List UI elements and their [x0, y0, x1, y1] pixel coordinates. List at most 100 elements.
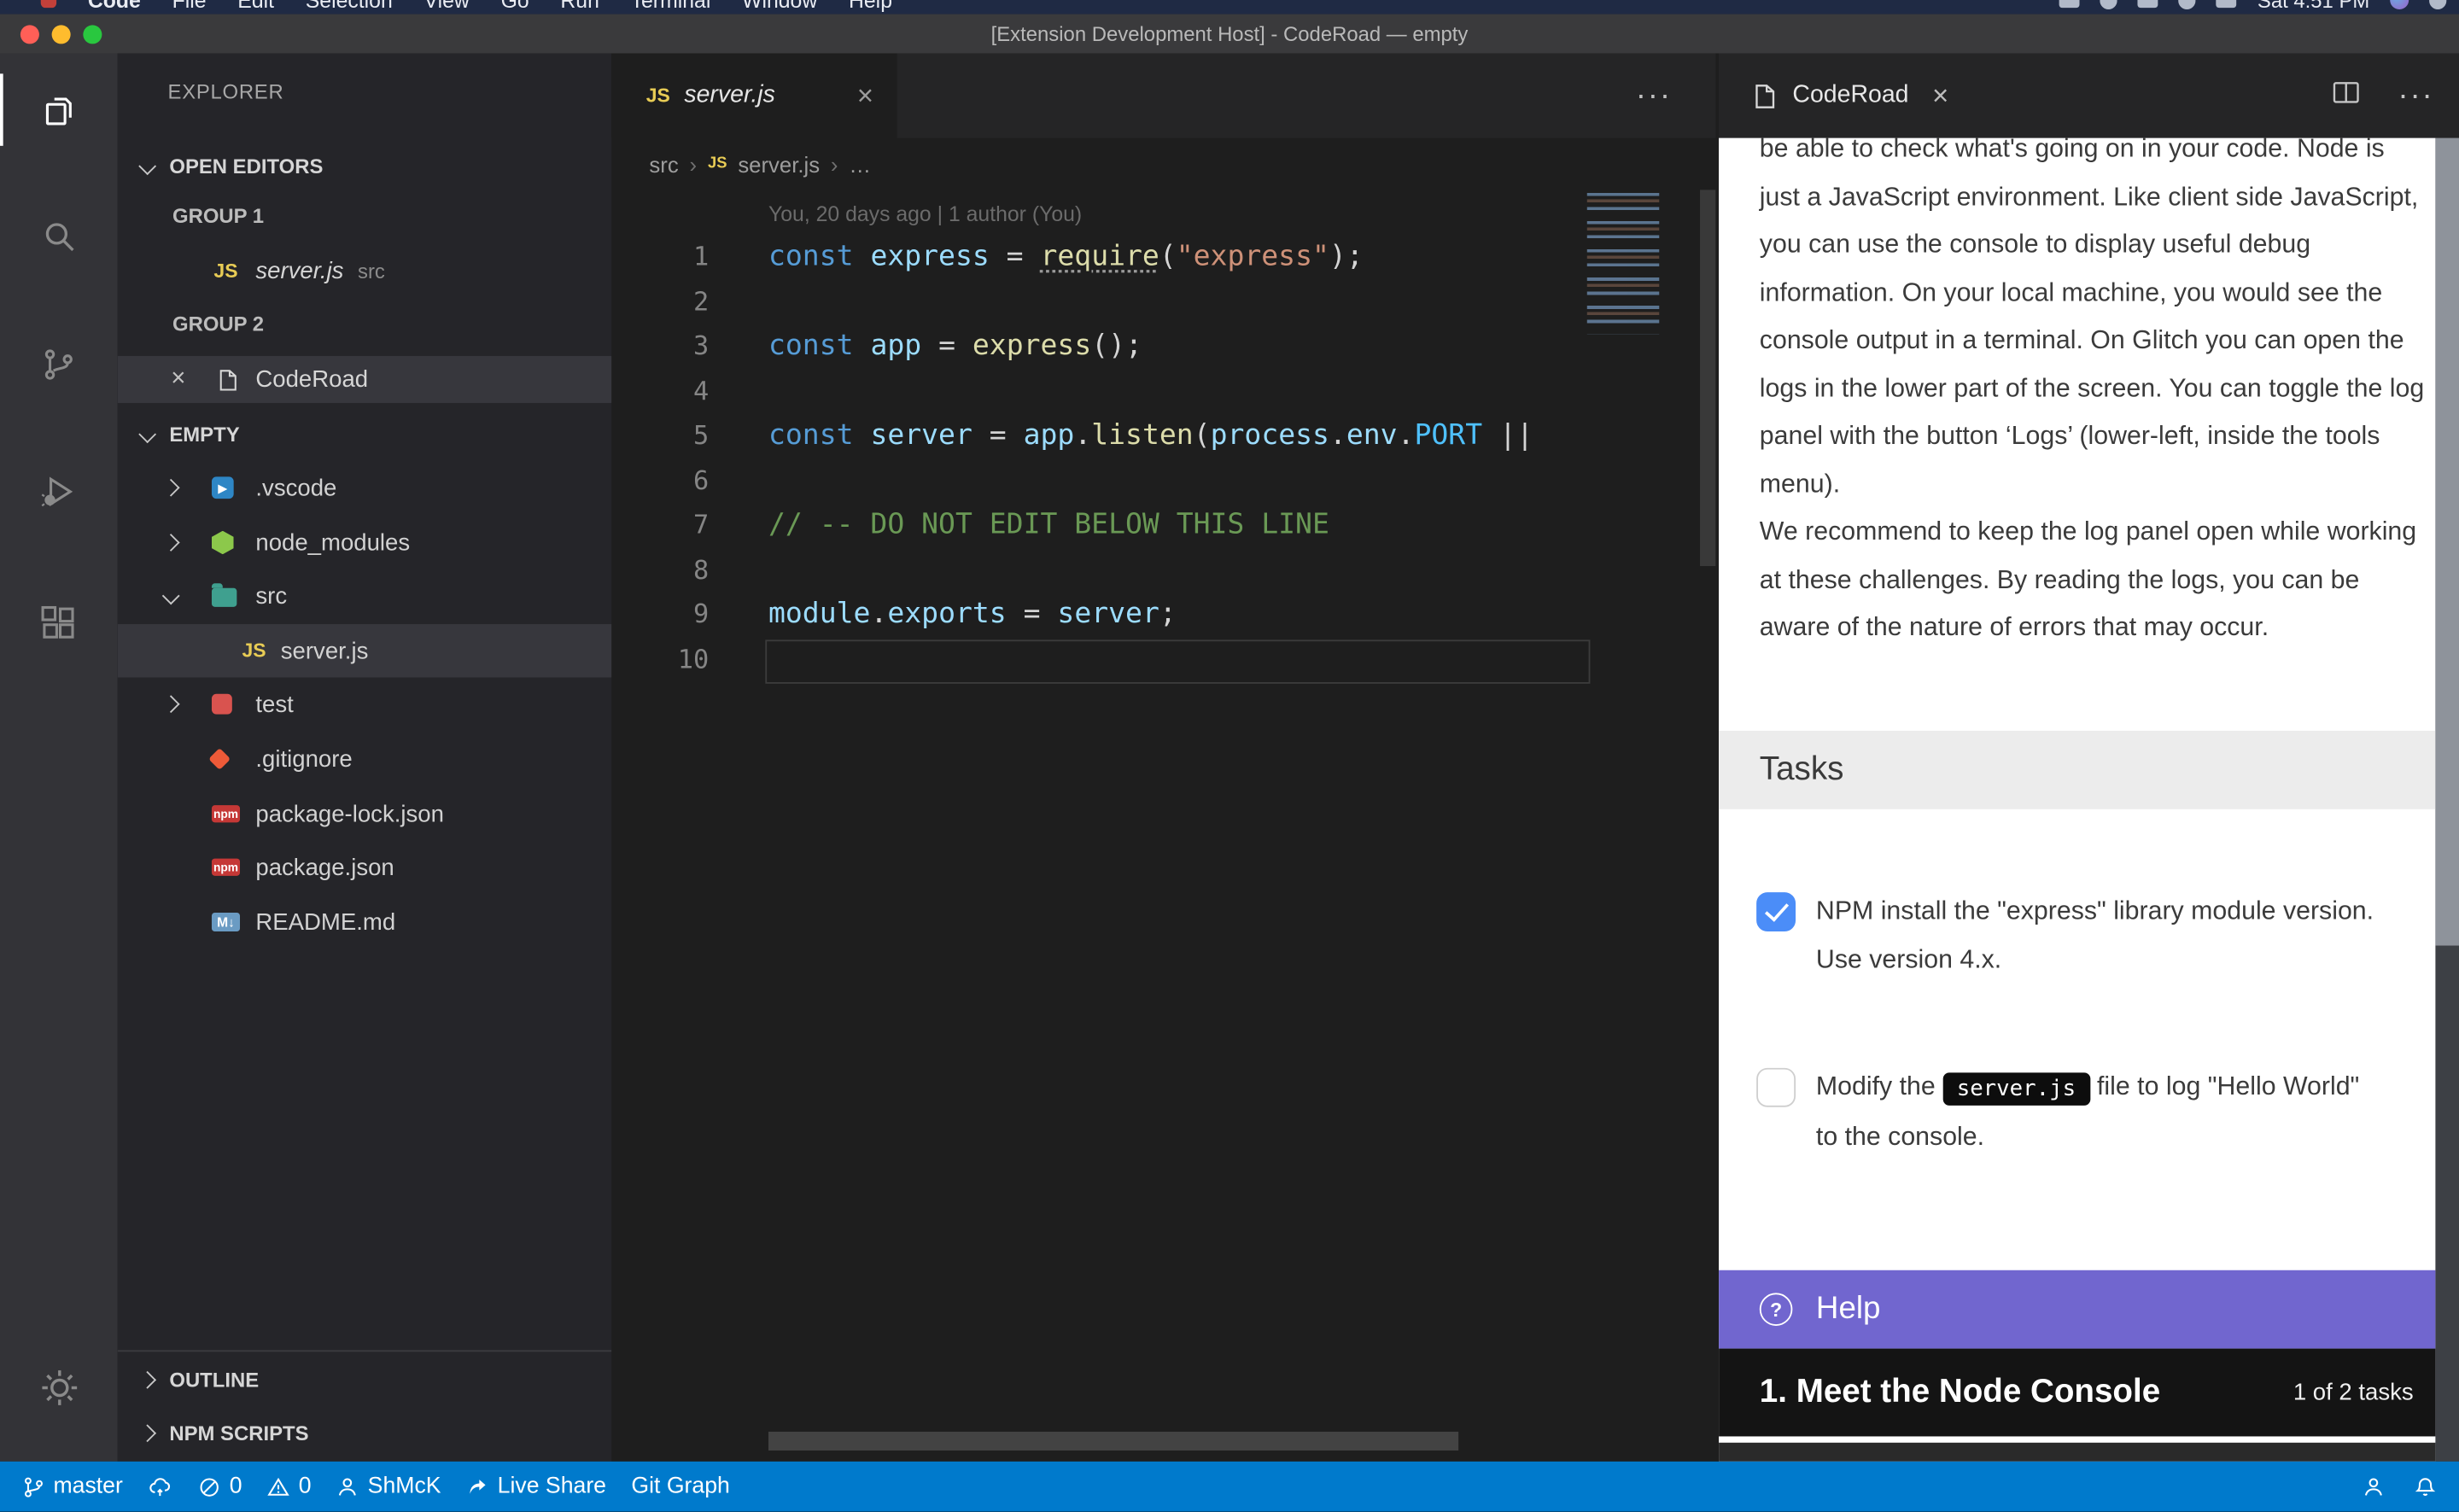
section-workspace-empty[interactable]: EMPTY: [118, 412, 612, 456]
tree-item-package-lock-json[interactable]: npm package-lock.json: [118, 787, 612, 840]
panel-actions-ellipsis-icon[interactable]: [2398, 78, 2433, 114]
sidebar-divider: [118, 1350, 612, 1351]
open-editor-coderoad[interactable]: CodeRoad: [118, 356, 612, 403]
lesson-progress-bar[interactable]: 1. Meet the Node Console 1 of 2 tasks: [1719, 1349, 2435, 1437]
node-icon: [212, 531, 234, 555]
menu-extra-icon[interactable]: [2059, 0, 2080, 8]
open-editors-group-2: GROUP 2: [172, 304, 596, 345]
close-icon[interactable]: [857, 82, 873, 110]
status-git-graph[interactable]: Git Graph: [631, 1474, 729, 1499]
menu-clock[interactable]: Sat 4:51 PM: [2257, 0, 2369, 12]
status-branch[interactable]: master: [22, 1474, 123, 1499]
status-errors[interactable]: 0: [198, 1474, 242, 1499]
scrollbar-thumb[interactable]: [1700, 190, 1715, 566]
open-editor-description: src: [358, 260, 385, 283]
lesson-title: 1. Meet the Node Console: [1760, 1374, 2160, 1411]
lesson-text: be able to check what's going on in your…: [1760, 138, 2425, 652]
menu-item-code[interactable]: Code: [88, 0, 141, 12]
battery-icon[interactable]: [2138, 0, 2158, 8]
tree-item-readme-md[interactable]: M↓README.md: [118, 896, 612, 949]
tree-item-server-js[interactable]: JSserver.js: [118, 624, 612, 677]
share-icon: [466, 1474, 490, 1498]
tree-item-label: node_modules: [255, 516, 410, 569]
siri-icon[interactable]: [2390, 0, 2409, 9]
breadcrumb-separator: [690, 151, 698, 176]
split-editor-icon[interactable]: [2332, 79, 2360, 113]
editor-actions-ellipsis-icon[interactable]: [1636, 53, 1672, 137]
status-warnings[interactable]: 0: [267, 1474, 312, 1499]
tree-item-label: package-lock.json: [255, 787, 444, 840]
code-line-6: 6: [611, 458, 1719, 503]
wifi-icon[interactable]: [2179, 0, 2196, 9]
tab-server-js[interactable]: JS server.js: [611, 53, 897, 137]
status-live-share[interactable]: Live Share: [466, 1474, 606, 1499]
gear-icon[interactable]: [0, 1344, 118, 1432]
breadcrumb-more[interactable]: [849, 151, 871, 176]
tree-item--vscode[interactable]: .vscode: [118, 461, 612, 514]
editor-horizontal-scrollbar[interactable]: [768, 1432, 1458, 1451]
menu-item-help[interactable]: Help: [849, 0, 892, 12]
inline-code: server.js: [1942, 1071, 2089, 1105]
task-checkbox[interactable]: [1756, 892, 1796, 931]
window-titlebar: [Extension Development Host] - CodeRoad …: [0, 15, 2459, 54]
menu-item-go[interactable]: Go: [501, 0, 529, 12]
status-feedback[interactable]: [2362, 1474, 2386, 1498]
extensions-icon[interactable]: [0, 579, 118, 667]
minimap[interactable]: [1587, 193, 1659, 334]
menu-item-file[interactable]: File: [172, 0, 207, 12]
spotlight-icon[interactable]: [2429, 0, 2446, 9]
section-outline[interactable]: OUTLINE: [118, 1355, 612, 1405]
menu-item-window[interactable]: Window: [742, 0, 817, 12]
open-editor-server-js[interactable]: JS server.jssrc: [118, 249, 612, 293]
line-number: 2: [611, 280, 709, 324]
menu-item-selection[interactable]: Selection: [306, 0, 393, 12]
tree-item-src[interactable]: src: [118, 569, 612, 622]
close-icon[interactable]: [1932, 82, 1948, 110]
control-center-icon[interactable]: [2217, 0, 2237, 8]
menu-item-view[interactable]: View: [424, 0, 470, 12]
status-live-share-user[interactable]: ShMcK: [336, 1474, 441, 1499]
tab-label: server.js: [684, 82, 775, 110]
menu-extra-icon[interactable]: [2100, 0, 2117, 9]
source-control-icon[interactable]: [0, 320, 118, 408]
chevron-right-icon: [138, 1371, 156, 1389]
vscode-icon: [212, 476, 234, 499]
code-line-10: 10: [611, 638, 1719, 682]
status-label: ShMcK: [368, 1474, 441, 1499]
status-sync[interactable]: [148, 1474, 172, 1498]
section-open-editors[interactable]: OPEN EDITORS: [118, 144, 612, 188]
npm-icon: npm: [212, 805, 240, 822]
lesson-paragraph: be able to check what's going on in your…: [1760, 138, 2425, 508]
panel-tabbar[interactable]: CodeRoad: [1719, 53, 2459, 137]
help-bar[interactable]: Help: [1719, 1270, 2435, 1349]
tree-item--gitignore[interactable]: .gitignore: [118, 733, 612, 785]
breadcrumb-src[interactable]: src: [649, 151, 678, 176]
tree-item-test[interactable]: test: [118, 677, 612, 730]
breadcrumb-server-js[interactable]: server.js: [738, 151, 820, 176]
window-title: [Extension Development Host] - CodeRoad …: [0, 15, 2459, 54]
explorer-icon[interactable]: [0, 66, 118, 154]
run-debug-icon[interactable]: [0, 447, 118, 534]
status-dot-icon: [41, 0, 56, 8]
menu-item-run[interactable]: Run: [560, 0, 599, 12]
tree-item-node-modules[interactable]: node_modules: [118, 516, 612, 569]
status-notifications[interactable]: [2414, 1474, 2438, 1498]
explorer-sidebar: EXPLORER OPEN EDITORS GROUP 1 JS server.…: [118, 53, 612, 1461]
section-npm-scripts[interactable]: NPM SCRIPTS: [118, 1408, 612, 1458]
code-editor[interactable]: You, 20 days ago | 1 author (You) 1const…: [611, 190, 1719, 1462]
chevron-right-icon: [162, 479, 180, 497]
editor-tabbar: JS server.js: [611, 53, 1719, 137]
close-icon[interactable]: [171, 367, 185, 392]
search-icon[interactable]: [0, 191, 118, 279]
scrollbar-thumb[interactable]: [2435, 138, 2459, 946]
webview-scrollbar[interactable]: [2435, 138, 2459, 1462]
line-number: 9: [611, 593, 709, 637]
chevron-right-icon: [162, 534, 180, 552]
next-section-strip[interactable]: [1719, 1443, 2435, 1462]
account-icon: [2362, 1474, 2386, 1498]
task-checkbox[interactable]: [1756, 1068, 1796, 1107]
tree-item-package-json[interactable]: npmpackage.json: [118, 840, 612, 893]
js-icon: JS: [240, 639, 268, 663]
menu-item-terminal[interactable]: Terminal: [631, 0, 711, 12]
menu-item-edit[interactable]: Edit: [237, 0, 274, 12]
